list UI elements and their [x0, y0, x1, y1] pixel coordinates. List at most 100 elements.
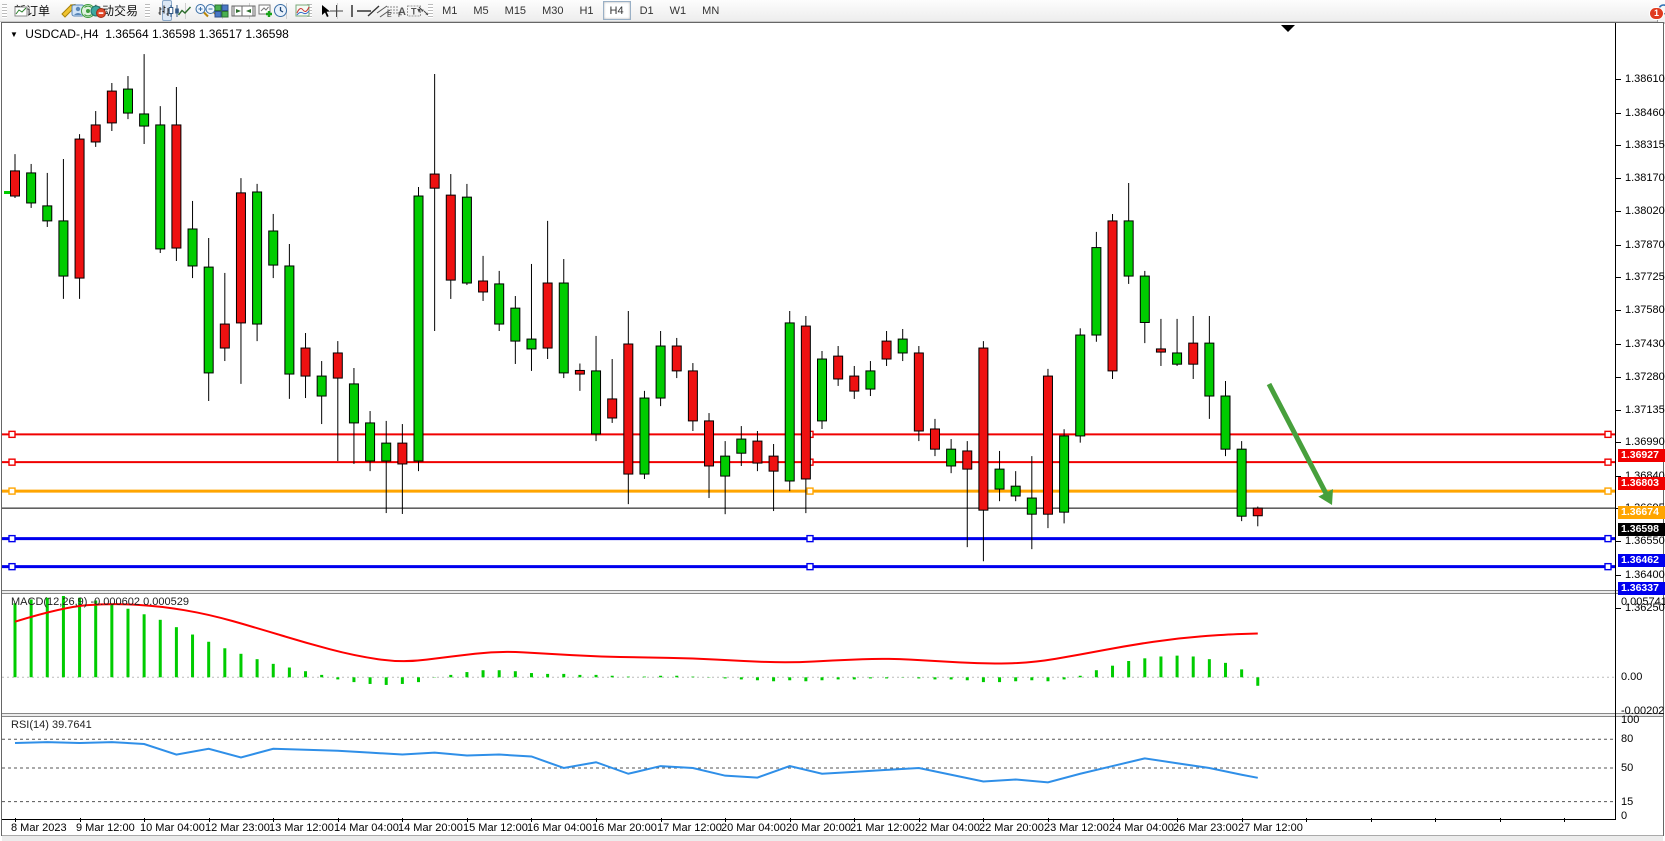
macd-axis-label: 0.00 — [1621, 671, 1642, 683]
chat-badge: 1 — [1649, 7, 1664, 20]
date-label: 27 Mar 12:00 — [1238, 822, 1303, 834]
date-label: 22 Mar 04:00 — [915, 822, 980, 834]
rsi-axis-label: 50 — [1621, 762, 1633, 774]
price-tick-label: 1.38610 — [1625, 73, 1665, 85]
axis-border — [1615, 23, 1616, 819]
date-label: 9 Mar 12:00 — [76, 822, 135, 834]
tile-windows-icon — [214, 4, 229, 18]
line-chart-icon — [177, 4, 192, 18]
svg-text:A: A — [398, 6, 406, 18]
price-tick-mark — [1616, 211, 1621, 212]
price-tick-label: 1.37280 — [1625, 371, 1665, 383]
timeframe-m15[interactable]: M15 — [498, 1, 533, 20]
mt4-terminal: 新订单 自动交易 — [0, 0, 1665, 841]
indicators-button[interactable]: ▾ — [290, 0, 305, 21]
date-label: 8 Mar 2023 — [11, 822, 67, 834]
price-tick-mark — [1616, 442, 1621, 443]
timeframe-h1[interactable]: H1 — [572, 1, 600, 20]
rsi-axis-label: 0 — [1621, 810, 1627, 822]
new-order-icon — [14, 4, 28, 18]
timeframe-w1[interactable]: W1 — [663, 1, 694, 20]
date-label: 23 Mar 12:00 — [1044, 822, 1109, 834]
price-tick-label: 1.38315 — [1625, 139, 1665, 151]
price-tick-label: 1.37725 — [1625, 271, 1665, 283]
date-label: 21 Mar 12:00 — [850, 822, 915, 834]
crosshair-icon — [329, 4, 344, 18]
new-order-button[interactable]: 新订单 — [9, 0, 55, 21]
price-tick-label: 1.37430 — [1625, 338, 1665, 350]
clock-icon — [273, 3, 288, 18]
price-tick-mark — [1616, 145, 1621, 146]
time-axis-border — [2, 819, 1616, 820]
symbol-period: USDCAD-,H4 — [25, 27, 98, 41]
autotrade-button[interactable]: 自动交易 — [85, 0, 143, 21]
price-tick-label: 1.36990 — [1625, 436, 1665, 448]
date-label: 20 Mar 04:00 — [721, 822, 786, 834]
price-tick-label: 1.36400 — [1625, 569, 1665, 581]
autotrade-icon — [90, 3, 106, 18]
price-tick-label: 1.37870 — [1625, 239, 1665, 251]
price-tick-mark — [1616, 245, 1621, 246]
price-line-badge: 1.36674 — [1618, 506, 1665, 519]
timeframe-m30[interactable]: M30 — [535, 1, 570, 20]
chart-back-icon — [241, 4, 256, 18]
price-tick-label: 1.38020 — [1625, 205, 1665, 217]
price-tick-mark — [1616, 344, 1621, 345]
date-label: 10 Mar 04:00 — [140, 822, 205, 834]
main-toolbar: 新订单 自动交易 — [0, 0, 1665, 22]
collapse-triangle-icon[interactable]: ▼ — [10, 30, 18, 39]
price-tick-mark — [1616, 79, 1621, 80]
price-tick-label: 1.37580 — [1625, 304, 1665, 316]
price-tick-mark — [1616, 377, 1621, 378]
price-tick-label: 1.37135 — [1625, 404, 1665, 416]
history-button[interactable] — [55, 0, 65, 21]
price-line-badge: 1.36337 — [1618, 582, 1665, 595]
price-line-badge: 1.36462 — [1618, 554, 1665, 567]
toolbar-grip[interactable] — [2, 4, 7, 18]
price-tick-label: 1.38170 — [1625, 172, 1665, 184]
date-label: 13 Mar 12:00 — [269, 822, 334, 834]
arrows-icon — [416, 4, 431, 18]
timeframe-m5[interactable]: M5 — [466, 1, 495, 20]
cursor-tool-button[interactable] — [314, 0, 324, 21]
status-strip — [2, 835, 1663, 841]
chart-title: ▼ USDCAD-,H4 1.36564 1.36598 1.36517 1.3… — [10, 27, 295, 41]
rsi-label: RSI(14) 39.7641 — [11, 719, 92, 731]
new-chart-icon — [258, 3, 274, 18]
rsi-axis-label: 80 — [1621, 733, 1633, 745]
bar-chart-button[interactable] — [152, 0, 162, 21]
rsi-axis-label: 15 — [1621, 796, 1633, 808]
price-tick-mark — [1616, 541, 1621, 542]
macd-axis-label: 0.005741 — [1621, 596, 1665, 608]
date-label: 16 Mar 04:00 — [527, 822, 592, 834]
timeframe-mn[interactable]: MN — [695, 1, 726, 20]
price-line-badge: 1.36803 — [1618, 477, 1665, 490]
price-chart[interactable] — [2, 23, 1616, 590]
price-tick-mark — [1616, 277, 1621, 278]
date-label: 16 Mar 20:00 — [592, 822, 657, 834]
timeframe-h4[interactable]: H4 — [603, 1, 631, 20]
timeframe-d1[interactable]: D1 — [633, 1, 661, 20]
date-label: 26 Mar 23:00 — [1173, 822, 1238, 834]
date-label: 12 Mar 23:00 — [205, 822, 270, 834]
date-label: 14 Mar 04:00 — [334, 822, 399, 834]
date-label: 24 Mar 04:00 — [1109, 822, 1174, 834]
date-label: 15 Mar 12:00 — [463, 822, 528, 834]
ohlc-values: 1.36564 1.36598 1.36517 1.36598 — [105, 27, 289, 41]
price-line-badge: 1.36927 — [1618, 449, 1665, 462]
price-tick-mark — [1616, 410, 1621, 411]
date-label: 22 Mar 20:00 — [979, 822, 1044, 834]
rsi-panel[interactable] — [2, 717, 1616, 819]
timeframe-group: M1M5M15M30H1H4D1W1MN — [435, 1, 726, 20]
price-tick-mark — [1616, 608, 1621, 609]
toolbar-grip[interactable] — [145, 4, 150, 18]
rsi-axis-label: 100 — [1621, 714, 1639, 726]
macd-panel[interactable] — [2, 594, 1616, 714]
timeframe-m1[interactable]: M1 — [435, 1, 464, 20]
chart-window: ▼ USDCAD-,H4 1.36564 1.36598 1.36517 1.3… — [1, 22, 1664, 836]
price-tick-mark — [1616, 310, 1621, 311]
price-tick-label: 1.38460 — [1625, 107, 1665, 119]
price-tick-label: 1.36550 — [1625, 535, 1665, 547]
indicators-icon — [295, 3, 311, 18]
date-label: 14 Mar 20:00 — [398, 822, 463, 834]
